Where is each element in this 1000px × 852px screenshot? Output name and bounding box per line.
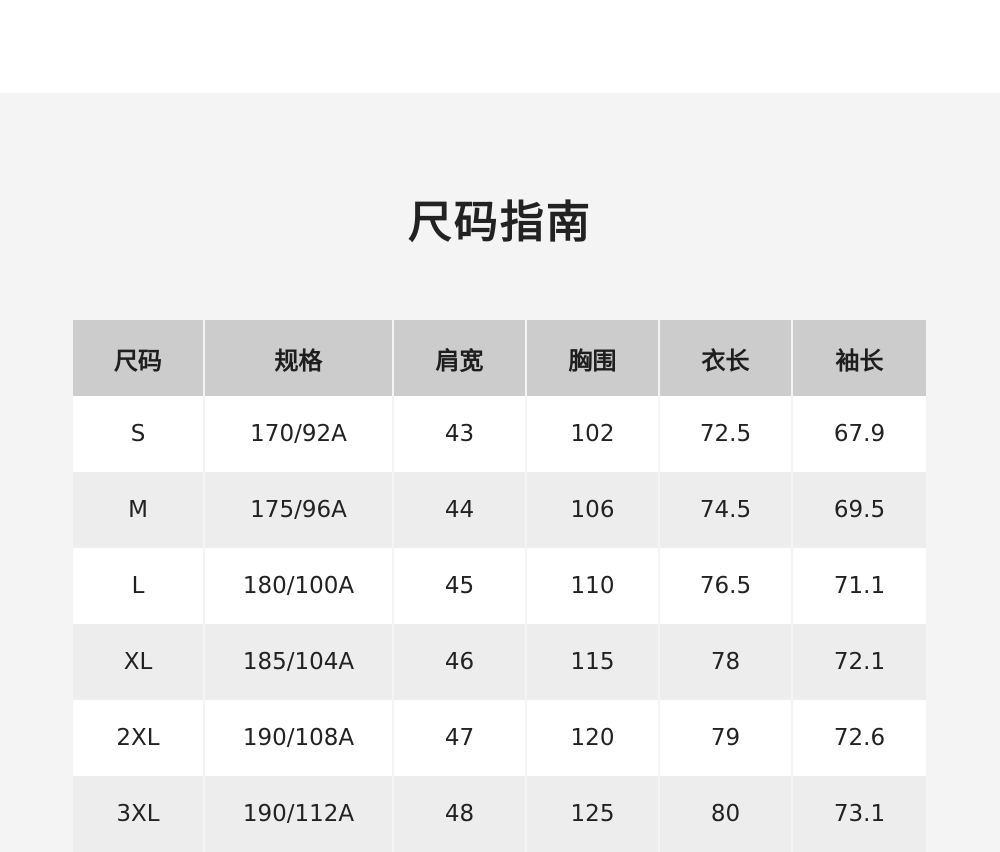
cell-size: L xyxy=(73,548,204,624)
size-table: 尺码 规格 肩宽 胸围 衣长 袖长 S 170/92A 43 102 72.5 … xyxy=(73,320,926,852)
cell-spec: 190/108A xyxy=(203,700,393,776)
page-title: 尺码指南 xyxy=(408,197,592,248)
header-spec: 规格 xyxy=(203,320,393,396)
cell-chest: 125 xyxy=(525,776,659,852)
cell-sleeve: 67.9 xyxy=(791,396,926,472)
header-shoulder: 肩宽 xyxy=(392,320,526,396)
cell-size: M xyxy=(73,472,204,548)
table-row: L 180/100A 45 110 76.5 71.1 xyxy=(73,548,926,624)
cell-size: 3XL xyxy=(73,776,204,852)
cell-sleeve: 72.1 xyxy=(791,624,926,700)
cell-shoulder: 44 xyxy=(392,472,526,548)
cell-spec: 170/92A xyxy=(203,396,393,472)
cell-shoulder: 46 xyxy=(392,624,526,700)
cell-spec: 185/104A xyxy=(203,624,393,700)
cell-spec: 180/100A xyxy=(203,548,393,624)
cell-sleeve: 73.1 xyxy=(791,776,926,852)
cell-length: 79 xyxy=(658,700,792,776)
cell-chest: 120 xyxy=(525,700,659,776)
cell-chest: 115 xyxy=(525,624,659,700)
cell-shoulder: 47 xyxy=(392,700,526,776)
cell-sleeve: 69.5 xyxy=(791,472,926,548)
cell-shoulder: 48 xyxy=(392,776,526,852)
cell-chest: 110 xyxy=(525,548,659,624)
cell-sleeve: 72.6 xyxy=(791,700,926,776)
top-band xyxy=(0,0,1000,93)
cell-sleeve: 71.1 xyxy=(791,548,926,624)
cell-length: 80 xyxy=(658,776,792,852)
header-length: 衣长 xyxy=(658,320,792,396)
table-row: XL 185/104A 46 115 78 72.1 xyxy=(73,624,926,700)
table-row: M 175/96A 44 106 74.5 69.5 xyxy=(73,472,926,548)
cell-length: 72.5 xyxy=(658,396,792,472)
table-row: S 170/92A 43 102 72.5 67.9 xyxy=(73,396,926,472)
cell-chest: 106 xyxy=(525,472,659,548)
cell-shoulder: 45 xyxy=(392,548,526,624)
header-size: 尺码 xyxy=(73,320,204,396)
cell-size: S xyxy=(73,396,204,472)
table-row: 2XL 190/108A 47 120 79 72.6 xyxy=(73,700,926,776)
header-chest: 胸围 xyxy=(525,320,659,396)
cell-spec: 175/96A xyxy=(203,472,393,548)
cell-size: 2XL xyxy=(73,700,204,776)
header-sleeve: 袖长 xyxy=(791,320,926,396)
cell-size: XL xyxy=(73,624,204,700)
cell-length: 74.5 xyxy=(658,472,792,548)
cell-chest: 102 xyxy=(525,396,659,472)
cell-length: 76.5 xyxy=(658,548,792,624)
cell-shoulder: 43 xyxy=(392,396,526,472)
cell-length: 78 xyxy=(658,624,792,700)
cell-spec: 190/112A xyxy=(203,776,393,852)
table-row: 3XL 190/112A 48 125 80 73.1 xyxy=(73,776,926,852)
size-guide-section: 尺码指南 尺码 规格 肩宽 胸围 衣长 袖长 S 170/92A 43 102 … xyxy=(0,93,1000,852)
table-header-row: 尺码 规格 肩宽 胸围 衣长 袖长 xyxy=(73,320,926,396)
